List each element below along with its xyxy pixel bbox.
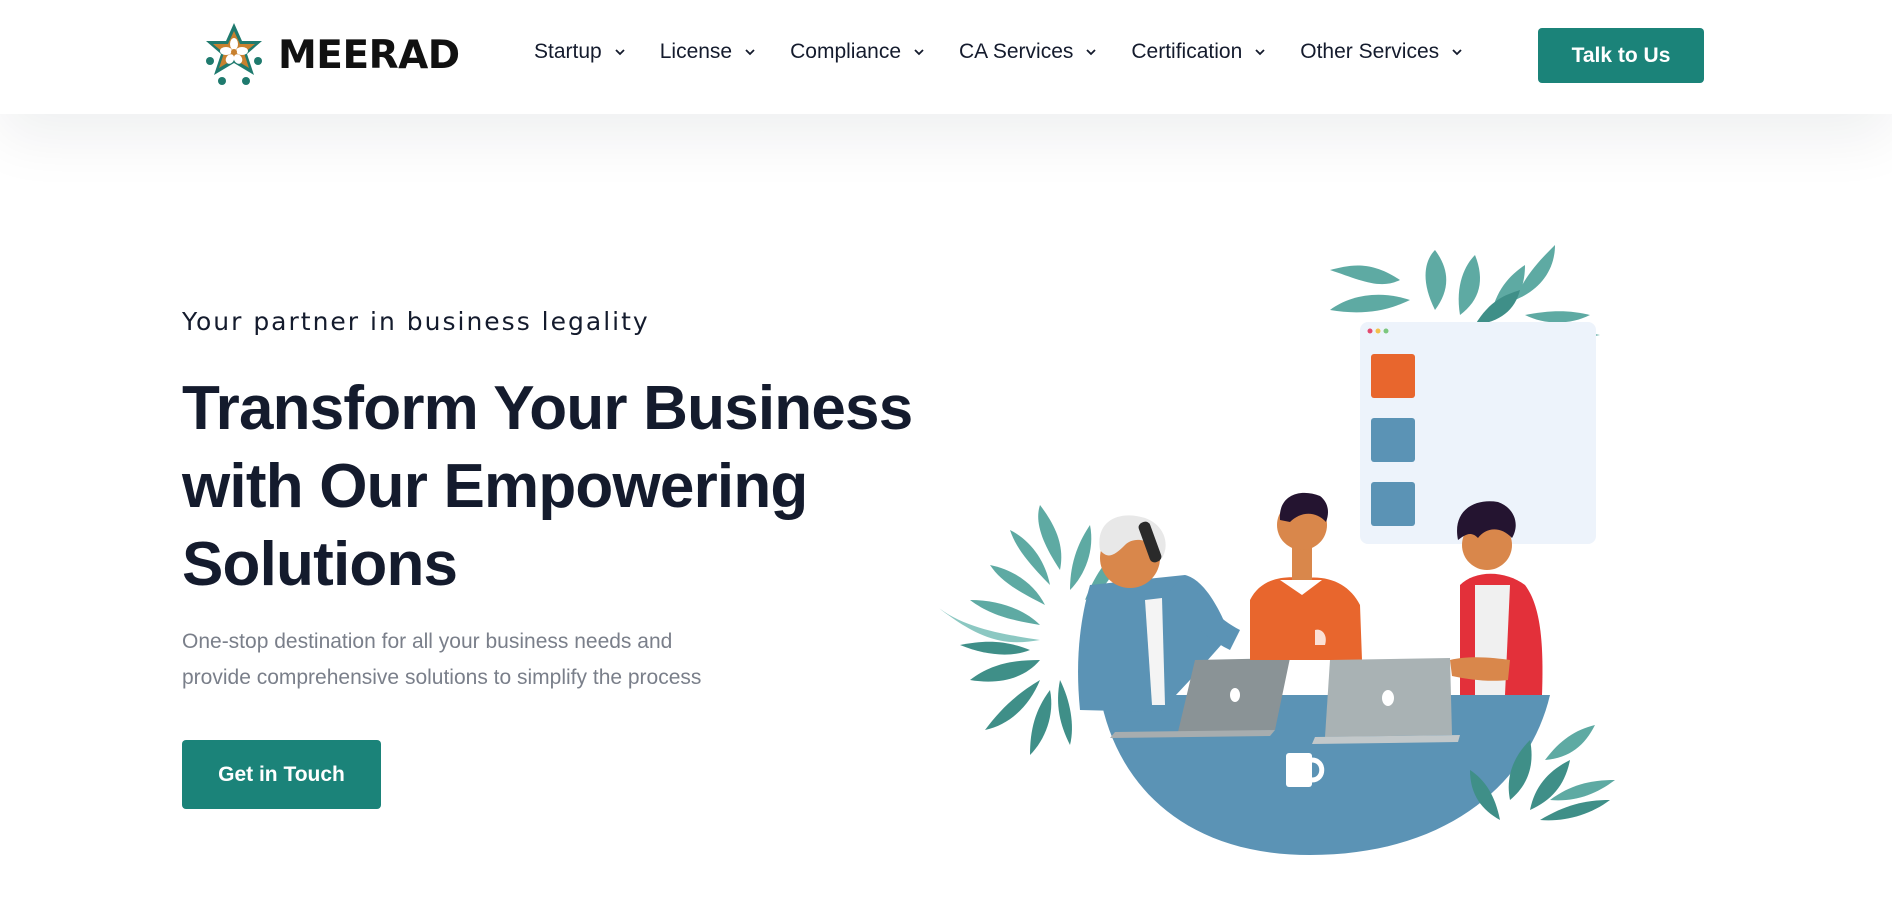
nav-item-license[interactable]: License [660, 40, 757, 64]
hero-description: One-stop destination for all your busine… [182, 624, 742, 696]
nav-item-startup[interactable]: Startup [534, 40, 627, 64]
nav-item-label: Startup [534, 40, 602, 63]
chevron-down-icon [914, 49, 924, 56]
main-nav: Startup License Compliance CA Services C… [534, 40, 1497, 64]
chevron-down-icon [745, 49, 755, 56]
talk-to-us-button[interactable]: Talk to Us [1538, 28, 1704, 83]
brand-name: MEERAD [278, 32, 460, 78]
laptop-right [1312, 658, 1460, 744]
get-in-touch-button[interactable]: Get in Touch [182, 740, 381, 809]
chevron-down-icon [1452, 49, 1462, 56]
headline-line: Transform Your Business [182, 374, 913, 443]
nav-item-label: Certification [1131, 40, 1243, 63]
leaves-left-dark [960, 641, 1072, 755]
nav-item-other-services[interactable]: Other Services [1300, 40, 1464, 64]
star-flower-logo-icon [206, 23, 262, 85]
nav-item-label: CA Services [959, 40, 1074, 63]
description-line: provide comprehensive solutions to simpl… [182, 666, 702, 689]
brand-logo[interactable]: MEERAD [200, 22, 460, 88]
description-line: One-stop destination for all your busine… [182, 630, 673, 653]
nav-item-compliance[interactable]: Compliance [790, 40, 926, 64]
chevron-down-icon [1255, 49, 1265, 56]
site-header: MEERAD Startup License Compliance CA Ser… [0, 0, 1892, 114]
table [1100, 695, 1550, 855]
hero-headline: Transform Your Business with Our Empower… [182, 370, 942, 604]
headline-line: Solutions [182, 530, 458, 599]
nav-item-certification[interactable]: Certification [1131, 40, 1267, 64]
nav-item-label: License [659, 40, 733, 63]
nav-item-ca-services[interactable]: CA Services [959, 40, 1098, 64]
nav-item-label: Compliance [790, 40, 901, 63]
person-middle [1250, 492, 1362, 660]
team-working-illustration [935, 245, 1615, 855]
hero-tagline: Your partner in business legality [182, 307, 650, 336]
chevron-down-icon [1086, 49, 1097, 56]
headline-line: with Our Empowering [182, 452, 808, 521]
chevron-down-icon [615, 49, 625, 56]
nav-item-label: Other Services [1300, 40, 1440, 63]
